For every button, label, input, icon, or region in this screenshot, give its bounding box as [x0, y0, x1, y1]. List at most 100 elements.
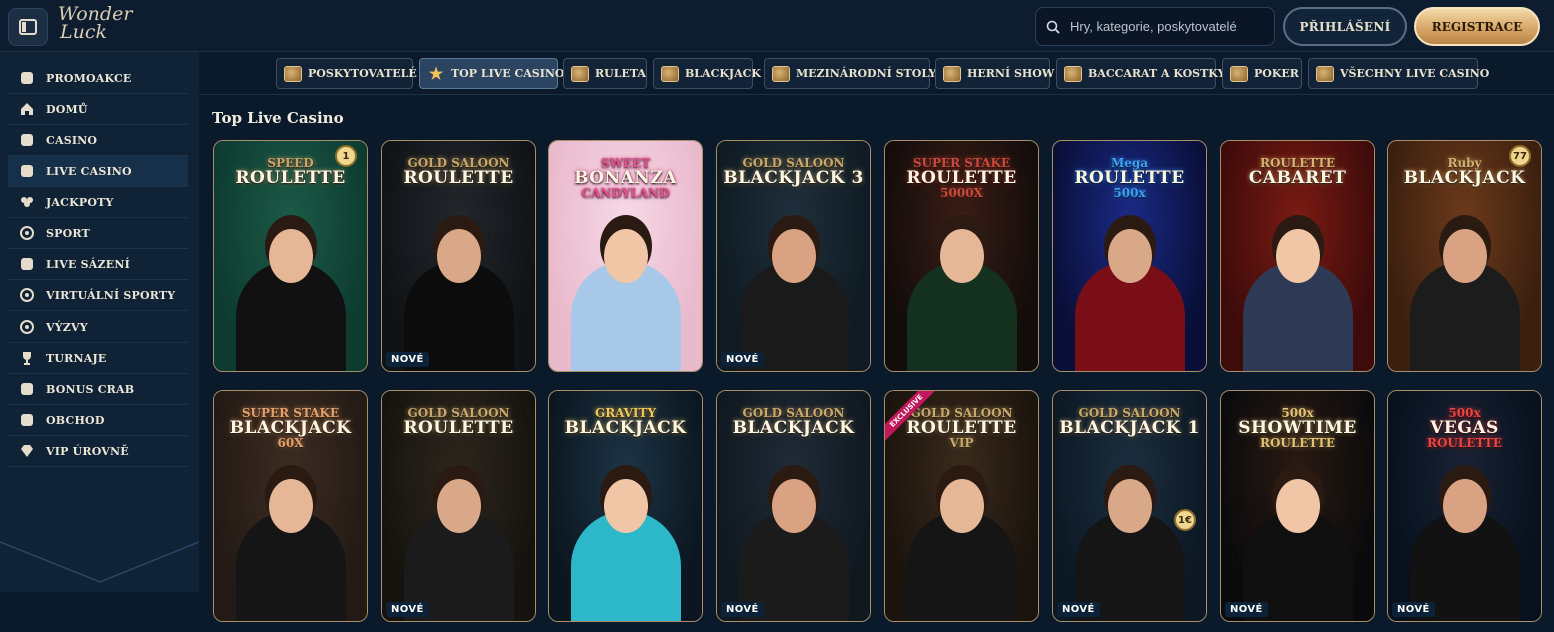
dealer-head [1107, 229, 1152, 283]
sidebar-bottom-decoration [0, 530, 199, 583]
cards-icon [661, 65, 679, 82]
game-title-line: BONANZA [574, 167, 677, 188]
category-tab-label: TOP LIVE CASINO [451, 67, 565, 80]
category-tab-herní-show[interactable]: HERNÍ SHOW [935, 58, 1054, 89]
site-logo[interactable]: Wonder Luck [58, 5, 138, 47]
sidebar-item-virtuální-sporty[interactable]: VIRTUÁLNÍ SPORTY [8, 280, 188, 311]
section-title: Top Live Casino [212, 109, 344, 127]
game-title-line: 60X [277, 436, 304, 451]
ball-icon [18, 224, 36, 242]
dice-icon [1064, 65, 1082, 82]
sidebar-toggle-icon [19, 19, 37, 35]
game-tile[interactable]: Mega ROULETTE 500x [1052, 140, 1207, 372]
sidebar-toggle-button[interactable] [8, 8, 48, 46]
slot-machine-icon [18, 131, 36, 149]
search-icon [1046, 20, 1060, 34]
register-button[interactable]: REGISTRACE [1414, 7, 1540, 46]
dealer-head [771, 479, 816, 533]
sidebar-item-promoakce[interactable]: PROMOAKCE [8, 63, 188, 94]
category-tab-label: BACCARAT A KOSTKY [1088, 67, 1226, 80]
game-title: GOLD SALOON BLACKJACK 3 [717, 157, 870, 187]
game-tile[interactable]: GOLD SALOON BLACKJACK NOVÉ [716, 390, 871, 622]
category-tab-všechny-live-casino[interactable]: VŠECHNY LIVE CASINO [1308, 58, 1489, 89]
game-title: GOLD SALOON ROULETTE [382, 157, 535, 187]
game-tile[interactable]: 500x SHOWTIME ROULETTE NOVÉ [1220, 390, 1375, 622]
new-badge: NOVÉ [1225, 602, 1268, 617]
game-tile[interactable]: GOLD SALOON BLACKJACK 1 1€ NOVÉ [1052, 390, 1207, 622]
game-title-line: ROULETTE [1426, 436, 1503, 451]
search-box[interactable] [1035, 7, 1275, 46]
category-tab-blackjack[interactable]: BLACKJACK [653, 58, 761, 89]
dealer-head [939, 229, 984, 283]
game-tile[interactable]: GOLD SALOON ROULETTE NOVÉ [381, 390, 536, 622]
game-title-line: VIP [949, 436, 974, 451]
sidebar-item-turnaje[interactable]: TURNAJE [8, 343, 188, 374]
game-tile[interactable]: GOLD SALOON ROULETTE NOVÉ [381, 140, 536, 372]
bet-chip-badge: 1€ [1174, 509, 1196, 531]
sidebar-item-live-casino[interactable]: LIVE CASINO [8, 156, 188, 187]
category-tab-top-live-casino[interactable]: ★ TOP LIVE CASINO [419, 58, 565, 89]
game-title-line: SHOWTIME [1238, 417, 1357, 438]
bag-icon [18, 411, 36, 429]
game-tile[interactable]: SWEET BONANZA CANDYLAND [548, 140, 703, 372]
sidebar-item-sport[interactable]: SPORT [8, 218, 188, 249]
game-title: SWEET BONANZA CANDYLAND [549, 157, 702, 200]
dealer-head [1442, 229, 1487, 283]
game-title-line: 5000X [940, 186, 983, 201]
game-title-line: CABARET [1248, 167, 1347, 188]
sidebar-item-bonus-crab[interactable]: BONUS CRAB [8, 374, 188, 405]
game-tile[interactable]: ROULETTE CABARET [1220, 140, 1375, 372]
category-tab-mezinárodní-stoly[interactable]: MEZINÁRODNÍ STOLY [764, 58, 936, 89]
game-title-line: ROULETTE [403, 167, 514, 188]
new-badge: NOVÉ [1057, 602, 1100, 617]
game-title: 500x VEGAS ROULETTE [1388, 407, 1541, 450]
game-title-line: BLACKJACK [229, 417, 352, 438]
game-title: GOLD SALOON BLACKJACK 1 [1053, 407, 1206, 437]
category-tab-baccarat-a-kostky[interactable]: BACCARAT A KOSTKY [1056, 58, 1225, 89]
game-title-line: VEGAS [1430, 417, 1499, 438]
new-badge: NOVÉ [1392, 602, 1435, 617]
dealer-head [1107, 479, 1152, 533]
login-button[interactable]: PŘIHLÁŠENÍ [1283, 7, 1407, 46]
game-title-line: ROULETTE [403, 417, 514, 438]
sidebar-item-výzvy[interactable]: VÝZVY [8, 312, 188, 343]
game-tile[interactable]: GOLD SALOON BLACKJACK 3 NOVÉ [716, 140, 871, 372]
sidebar-item-casino[interactable]: CASINO [8, 125, 188, 156]
game-tile[interactable]: SUPER STAKE BLACKJACK 60X [213, 390, 368, 622]
live-icon [18, 255, 36, 273]
game-title-line: ROULETTE [1074, 167, 1185, 188]
dealer-head [268, 479, 313, 533]
game-title-line: BLACKJACK [732, 417, 855, 438]
top-bar: Wonder Luck PŘIHLÁŠENÍ REGISTRACE [0, 0, 1554, 52]
game-tile[interactable]: Ruby BLACKJACK 77 [1387, 140, 1542, 372]
game-tile[interactable]: SPEED ROULETTE 1 [213, 140, 368, 372]
game-title: SUPER STAKE BLACKJACK 60X [214, 407, 367, 450]
main-content: POSKYTOVATELÉ ★ TOP LIVE CASINO RULETA BLACK… [199, 52, 1554, 632]
search-input[interactable] [1070, 19, 1260, 34]
game-title: Mega ROULETTE 500x [1053, 157, 1206, 200]
game-tile[interactable]: GOLD SALOON ROULETTE VIP EXCLUSIVE [884, 390, 1039, 622]
sidebar-item-live-sázení[interactable]: LIVE SÁZENÍ [8, 249, 188, 280]
game-title: GOLD SALOON BLACKJACK [717, 407, 870, 437]
sidebar-item-label: BONUS CRAB [46, 382, 135, 396]
dealer-head [603, 479, 648, 533]
game-tile[interactable]: 500x VEGAS ROULETTE NOVÉ [1387, 390, 1542, 622]
game-tile[interactable]: SUPER STAKE ROULETTE 5000X [884, 140, 1039, 372]
sidebar-item-domů[interactable]: DOMŮ [8, 94, 188, 125]
new-badge: NOVÉ [721, 602, 764, 617]
sidebar-item-obchod[interactable]: OBCHOD [8, 405, 188, 436]
sidebar-item-jackpoty[interactable]: JACKPOTY [8, 187, 188, 218]
category-tab-ruleta[interactable]: RULETA [563, 58, 647, 89]
sidebar-item-vip-úrovně[interactable]: VIP ÚROVNĚ [8, 436, 188, 467]
home-icon [18, 100, 36, 118]
clover-icon [18, 193, 36, 211]
category-tab-poskytovatelé[interactable]: POSKYTOVATELÉ [276, 58, 417, 89]
game-title-line: CANDYLAND [581, 186, 670, 201]
game-tile[interactable]: GRAVITY BLACKJACK [548, 390, 703, 622]
game-title-line: BLACKJACK 1 [1059, 417, 1200, 438]
game-title: 500x SHOWTIME ROULETTE [1221, 407, 1374, 450]
grid-icon [1316, 65, 1334, 82]
gamepad-icon [18, 286, 36, 304]
sidebar-item-label: VIRTUÁLNÍ SPORTY [46, 288, 176, 302]
category-tab-poker[interactable]: POKER [1222, 58, 1302, 89]
